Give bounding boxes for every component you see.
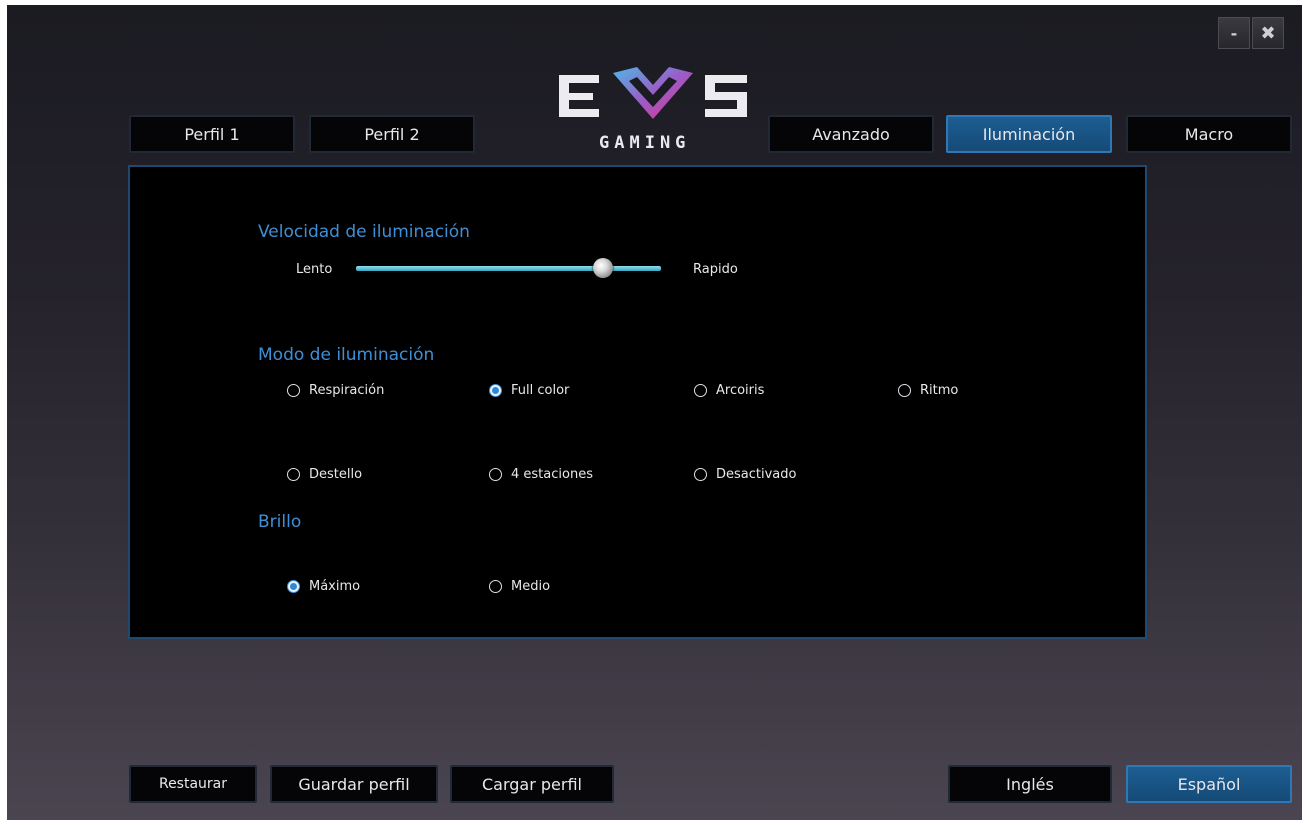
radio-maximo[interactable]: Máximo [287, 579, 360, 594]
radio-circle-icon [287, 468, 300, 481]
evs-logo-icon [559, 67, 747, 119]
lighting-panel: Velocidad de iluminación Lento Rapido Mo… [128, 165, 1147, 639]
radio-label: Desactivado [716, 467, 797, 482]
radio-arcoiris[interactable]: Arcoiris [694, 383, 764, 398]
radio-circle-icon [489, 384, 502, 397]
english-button[interactable]: Inglés [948, 765, 1112, 803]
spanish-button[interactable]: Español [1126, 765, 1292, 803]
radio-circle-icon [489, 468, 502, 481]
brightness-title: Brillo [258, 512, 302, 532]
radio-circle-icon [898, 384, 911, 397]
speed-title: Velocidad de iluminación [258, 222, 470, 242]
load-profile-button[interactable]: Cargar perfil [450, 765, 614, 803]
minimize-button[interactable]: - [1218, 17, 1250, 49]
radio-4-estaciones[interactable]: 4 estaciones [489, 467, 593, 482]
mode-title: Modo de iluminación [258, 345, 435, 365]
radio-circle-icon [287, 580, 300, 593]
speed-max-label: Rapido [693, 262, 738, 277]
radio-ritmo[interactable]: Ritmo [898, 383, 958, 398]
restore-button[interactable]: Restaurar [129, 765, 257, 803]
radio-full-color[interactable]: Full color [489, 383, 569, 398]
speed-min-label: Lento [296, 262, 333, 277]
speed-slider-thumb[interactable] [593, 258, 614, 278]
radio-label: Máximo [309, 579, 361, 594]
radio-circle-icon [694, 384, 707, 397]
radio-label: Full color [511, 383, 570, 398]
app-window: - ✖ GAMING Perfil 1 Perfil 2 Avanzado Il… [7, 5, 1302, 820]
speed-slider[interactable] [356, 258, 661, 278]
evs-gaming-logo: GAMING [555, 63, 755, 163]
tab-avanzado[interactable]: Avanzado [768, 115, 934, 153]
radio-medio[interactable]: Medio [489, 579, 550, 594]
radio-label: Arcoiris [716, 383, 765, 398]
radio-label: Medio [511, 579, 551, 594]
radio-circle-icon [694, 468, 707, 481]
tab-iluminacion[interactable]: Iluminación [946, 115, 1112, 153]
tab-perfil-1[interactable]: Perfil 1 [129, 115, 295, 153]
radio-desactivado[interactable]: Desactivado [694, 467, 796, 482]
radio-label: Destello [309, 467, 363, 482]
tab-macro[interactable]: Macro [1126, 115, 1292, 153]
logo-subtitle: GAMING [599, 133, 691, 153]
tab-perfil-2[interactable]: Perfil 2 [309, 115, 475, 153]
radio-label: 4 estaciones [511, 467, 593, 482]
close-button[interactable]: ✖ [1252, 17, 1284, 49]
save-profile-button[interactable]: Guardar perfil [270, 765, 438, 803]
radio-label: Ritmo [920, 383, 959, 398]
radio-circle-icon [287, 384, 300, 397]
radio-destello[interactable]: Destello [287, 467, 362, 482]
radio-circle-icon [489, 580, 502, 593]
radio-label: Respiración [309, 383, 385, 398]
radio-respiracion[interactable]: Respiración [287, 383, 384, 398]
